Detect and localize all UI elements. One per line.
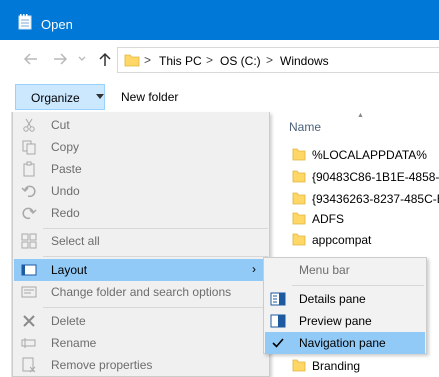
menu-item-label: Paste bbox=[51, 162, 82, 176]
file-name: %LOCALAPPDATA% bbox=[312, 148, 427, 162]
redo-icon bbox=[22, 207, 37, 220]
file-name: {93436263-8237-485C-B6 bbox=[312, 192, 439, 206]
menu-item-label: Rename bbox=[51, 336, 97, 350]
file-name: Branding bbox=[312, 359, 361, 373]
details-pane-icon bbox=[270, 292, 286, 306]
file-name: {90483C86-1B1E-4858-A0 bbox=[312, 170, 439, 184]
menu-item-label: Layout bbox=[51, 263, 88, 277]
submenu-item-navigation-pane[interactable]: Navigation pane bbox=[265, 332, 425, 354]
list-item[interactable]: appcompat bbox=[292, 231, 439, 249]
address-bar[interactable]: > This PC > OS (C:) > Windows bbox=[117, 47, 439, 73]
menu-item-label: Select all bbox=[51, 234, 100, 248]
remove-properties-icon bbox=[22, 357, 36, 373]
back-arrow-icon[interactable] bbox=[22, 51, 40, 69]
submenu-item-label: Menu bar bbox=[299, 263, 350, 277]
menu-item-copy[interactable]: Copy bbox=[14, 136, 268, 158]
chevron-down-icon[interactable] bbox=[76, 51, 88, 69]
new-folder-button[interactable]: New folder bbox=[121, 90, 178, 104]
menu-separator bbox=[292, 285, 424, 286]
menu-item-select-all[interactable]: Select all bbox=[14, 230, 268, 252]
menu-item-paste[interactable]: Paste bbox=[14, 158, 268, 180]
folder-icon bbox=[292, 212, 306, 225]
folder-options-icon bbox=[21, 286, 37, 298]
breadcrumb-separator: > bbox=[144, 53, 152, 67]
menu-item-rename[interactable]: Rename bbox=[14, 332, 268, 354]
title-bar: Open bbox=[0, 0, 439, 40]
navigation-pane[interactable] bbox=[0, 112, 12, 377]
menu-separator bbox=[43, 228, 268, 229]
menu-item-remove-properties[interactable]: Remove properties bbox=[14, 354, 268, 376]
list-item[interactable]: ADFS bbox=[292, 210, 439, 228]
breadcrumb-windows[interactable]: Windows bbox=[280, 54, 329, 68]
submenu-item-menu-bar[interactable]: Menu bar bbox=[265, 259, 425, 281]
organize-button[interactable]: Organize bbox=[15, 84, 105, 110]
layout-icon bbox=[21, 264, 37, 276]
breadcrumb-this-pc[interactable]: This PC bbox=[159, 54, 202, 68]
paste-icon bbox=[23, 161, 35, 177]
menu-separator bbox=[43, 307, 268, 308]
menu-item-layout[interactable]: Layout › bbox=[14, 259, 268, 281]
caret-down-icon bbox=[96, 94, 104, 99]
submenu-item-label: Navigation pane bbox=[299, 336, 386, 350]
menu-item-delete[interactable]: Delete bbox=[14, 310, 268, 332]
list-item[interactable]: %LOCALAPPDATA% bbox=[292, 146, 439, 164]
submenu-arrow-icon: › bbox=[252, 262, 256, 276]
forward-arrow-icon[interactable] bbox=[51, 51, 69, 69]
list-item[interactable]: Branding bbox=[292, 357, 439, 375]
folder-icon bbox=[124, 54, 140, 67]
window-title: Open bbox=[41, 17, 73, 32]
scissors-icon bbox=[23, 118, 35, 132]
organize-label: Organize bbox=[31, 91, 80, 105]
breadcrumb-os-c[interactable]: OS (C:) bbox=[220, 54, 261, 68]
undo-icon bbox=[21, 185, 36, 198]
rename-icon bbox=[21, 338, 36, 348]
list-item[interactable]: {93436263-8237-485C-B6 bbox=[292, 190, 439, 208]
menu-item-label: Undo bbox=[51, 184, 80, 198]
file-name: appcompat bbox=[312, 233, 372, 247]
submenu-item-preview-pane[interactable]: Preview pane bbox=[265, 310, 425, 332]
up-arrow-icon[interactable] bbox=[96, 51, 114, 69]
menu-item-label: Change folder and search options bbox=[51, 285, 232, 299]
breadcrumb-separator: > bbox=[266, 53, 274, 67]
folder-icon bbox=[292, 192, 306, 205]
folder-icon bbox=[292, 359, 306, 372]
submenu-item-details-pane[interactable]: Details pane bbox=[265, 288, 425, 310]
copy-icon bbox=[22, 140, 36, 155]
menu-item-label: Cut bbox=[51, 118, 70, 132]
check-icon bbox=[272, 338, 284, 348]
select-all-icon bbox=[21, 233, 37, 249]
organize-menu: Cut Copy Paste Undo Redo Select all Layo… bbox=[12, 112, 270, 377]
name-column-header[interactable]: Name bbox=[289, 120, 321, 134]
menu-separator bbox=[43, 256, 268, 257]
delete-x-icon bbox=[23, 315, 35, 327]
menu-item-label: Delete bbox=[51, 314, 86, 328]
submenu-item-label: Preview pane bbox=[299, 314, 372, 328]
menu-item-redo[interactable]: Redo bbox=[14, 202, 268, 224]
breadcrumb-separator: > bbox=[206, 53, 214, 67]
submenu-item-label: Details pane bbox=[299, 292, 366, 306]
preview-pane-icon bbox=[270, 314, 286, 328]
folder-icon bbox=[292, 148, 306, 161]
menu-item-label: Copy bbox=[51, 140, 80, 154]
notepad-icon bbox=[18, 14, 32, 30]
folder-icon bbox=[292, 170, 306, 183]
menu-item-folder-options[interactable]: Change folder and search options bbox=[14, 281, 268, 303]
folder-icon bbox=[292, 233, 306, 246]
file-name: ADFS bbox=[312, 212, 345, 226]
sort-caret-icon: ▲ bbox=[357, 112, 364, 119]
menu-item-undo[interactable]: Undo bbox=[14, 180, 268, 202]
menu-item-cut[interactable]: Cut bbox=[14, 114, 268, 136]
menu-item-label: Remove properties bbox=[51, 358, 153, 372]
layout-submenu: Menu bar Details pane Preview pane Navig… bbox=[263, 257, 427, 354]
list-item[interactable]: {90483C86-1B1E-4858-A0 bbox=[292, 168, 439, 186]
menu-item-label: Redo bbox=[51, 206, 80, 220]
